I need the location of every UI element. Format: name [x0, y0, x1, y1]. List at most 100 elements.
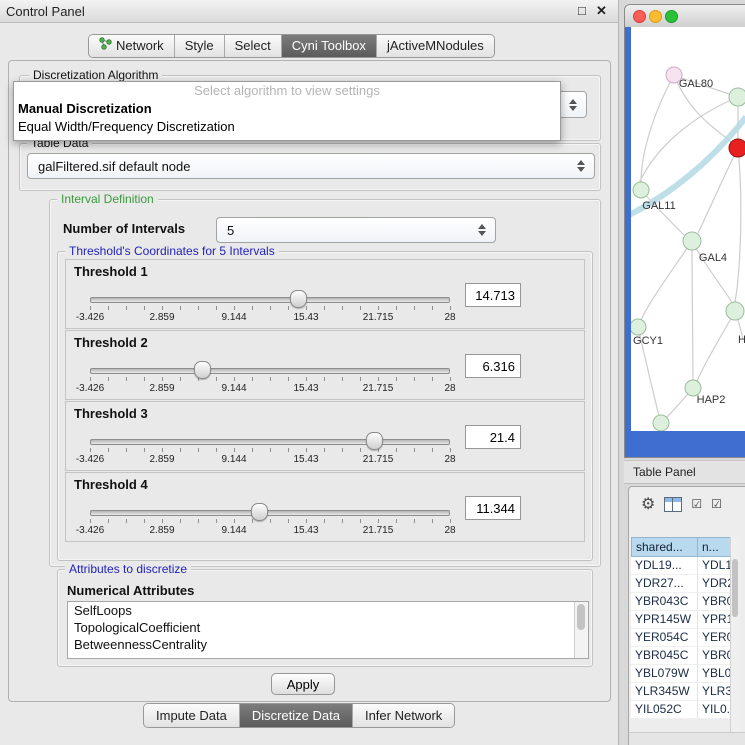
network-edge[interactable]	[692, 241, 733, 304]
slider-track[interactable]	[90, 297, 450, 303]
cell-shared-name[interactable]: YDL19...	[631, 557, 698, 574]
cell-shared-name[interactable]: YPR145W	[631, 611, 698, 628]
gear-icon[interactable]: ⚙	[641, 494, 655, 514]
threshold-4-slider[interactable]	[90, 501, 451, 525]
network-node[interactable]	[729, 88, 745, 106]
list-item[interactable]: BetweennessCentrality	[68, 636, 588, 653]
slider-thumb[interactable]	[290, 290, 307, 308]
cell-shared-name[interactable]: YER054C	[631, 629, 698, 646]
mac-close-icon[interactable]	[633, 10, 646, 23]
network-edge[interactable]	[735, 148, 741, 302]
tab-discretize-data[interactable]: Discretize Data	[239, 704, 352, 727]
tick-label: 15.43	[293, 525, 318, 536]
list-scrollbar[interactable]	[574, 602, 588, 658]
close-icon[interactable]: ✕	[596, 3, 607, 19]
threshold-2-panel: Threshold 2 -3.426 2.859 9.144 15.43 21.…	[65, 330, 585, 400]
slider-thumb[interactable]	[366, 432, 383, 450]
table-row[interactable]: YBL079W YBL0...	[631, 665, 739, 683]
number-of-intervals-combobox[interactable]: 5	[216, 217, 496, 243]
threshold-1-slider[interactable]	[90, 288, 451, 312]
network-node[interactable]	[631, 319, 646, 335]
tick-label: 21.715	[363, 312, 394, 323]
threshold-1-value-field[interactable]	[465, 283, 521, 307]
network-node[interactable]	[653, 415, 669, 431]
select-all-icon[interactable]: ☑	[691, 497, 702, 511]
threshold-2-label: Threshold 2	[74, 335, 148, 350]
tab-infer-network[interactable]: Infer Network	[352, 704, 454, 727]
algorithm-dropdown-popup: Select algorithm to view settings Manual…	[13, 81, 561, 141]
float-window-icon[interactable]: □	[578, 3, 586, 18]
table-row[interactable]: YDL19... YDL1...	[631, 557, 739, 575]
table-row[interactable]: YER054C YER0...	[631, 629, 739, 647]
tick-label: -3.426	[76, 383, 104, 394]
tab-label: Infer Network	[365, 708, 442, 723]
table-row[interactable]: YPR145W YPR1...	[631, 611, 739, 629]
tab-label: jActiveMNodules	[387, 35, 484, 57]
network-edge[interactable]	[697, 311, 735, 381]
network-edge[interactable]	[641, 75, 674, 182]
table-row[interactable]: YIL052C YIL0...	[631, 701, 739, 719]
threshold-2-value-field[interactable]	[465, 354, 521, 378]
table-rows: YDL19... YDL1... YDR27... YDR2... YBR043…	[631, 557, 739, 719]
network-canvas[interactable]: GAL80 GAL11 GAL4 GCY1 HAP2 H	[631, 27, 745, 431]
tab-label: Cyni Toolbox	[292, 35, 366, 57]
table-horizontal-scrollbar[interactable]	[629, 732, 745, 745]
mac-minimize-icon[interactable]	[649, 10, 662, 23]
cell-shared-name[interactable]: YDR27...	[631, 575, 698, 592]
threshold-2-slider[interactable]	[90, 359, 451, 383]
threshold-4-value-field[interactable]	[465, 496, 521, 520]
interval-definition-group-title: Interval Definition	[57, 192, 158, 206]
slider-thumb[interactable]	[251, 503, 268, 521]
slider-thumb[interactable]	[194, 361, 211, 379]
tab-network[interactable]: Network	[89, 35, 174, 57]
tab-label: Network	[116, 35, 164, 57]
network-frame: GAL80 GAL11 GAL4 GCY1 HAP2 H	[625, 27, 745, 457]
cell-shared-name[interactable]: YLR345W	[631, 683, 698, 700]
table-row[interactable]: YBR045C YBR0...	[631, 647, 739, 665]
algorithm-option-equal-width[interactable]: Equal Width/Frequency Discretization	[14, 118, 560, 136]
network-edge[interactable]	[641, 241, 692, 320]
list-item[interactable]: SelfLoops	[68, 602, 588, 619]
column-header-shared-name[interactable]: shared...	[631, 537, 698, 557]
thresholds-group-title: Threshold's Coordinates for 5 Intervals	[65, 244, 279, 258]
mac-zoom-icon[interactable]	[665, 10, 678, 23]
table-row[interactable]: YLR345W YLR3...	[631, 683, 739, 701]
cell-shared-name[interactable]: YBL079W	[631, 665, 698, 682]
network-node[interactable]	[683, 232, 701, 250]
tab-cyni-toolbox[interactable]: Cyni Toolbox	[281, 35, 376, 57]
algorithm-option-manual[interactable]: Manual Discretization	[14, 100, 560, 118]
threshold-3-value-field[interactable]	[465, 425, 521, 449]
select-rows-icon[interactable]: ☑	[711, 497, 722, 511]
tick-label: 9.144	[221, 525, 246, 536]
network-node[interactable]	[633, 182, 649, 198]
tab-impute-data[interactable]: Impute Data	[144, 704, 239, 727]
table-panel-bar[interactable]: Table Panel	[624, 460, 745, 484]
columns-icon[interactable]	[664, 497, 682, 512]
table-data-combobox[interactable]: galFiltered.sif default node	[27, 153, 595, 179]
table-panel-title: Table Panel	[624, 465, 696, 479]
scrollbar-thumb[interactable]	[732, 559, 738, 617]
table-row[interactable]: YBR043C YBR0...	[631, 593, 739, 611]
tick-label: 28	[444, 312, 455, 323]
cell-shared-name[interactable]: YBR043C	[631, 593, 698, 610]
node-label: GAL11	[642, 200, 675, 212]
apply-button[interactable]: Apply	[271, 673, 335, 695]
slider-track[interactable]	[90, 368, 450, 374]
tab-jactivemnodules[interactable]: jActiveMNodules	[376, 35, 494, 57]
network-edge[interactable]	[692, 241, 693, 380]
slider-track[interactable]	[90, 510, 450, 516]
slider-track[interactable]	[90, 439, 450, 445]
scrollbar-thumb[interactable]	[577, 604, 585, 630]
cell-shared-name[interactable]: YBR045C	[631, 647, 698, 664]
tick-label: 9.144	[221, 383, 246, 394]
tab-select[interactable]: Select	[224, 35, 281, 57]
threshold-3-slider[interactable]	[90, 430, 451, 454]
list-item[interactable]: TopologicalCoefficient	[68, 619, 588, 636]
cell-shared-name[interactable]: YIL052C	[631, 701, 698, 718]
attributes-group-title: Attributes to discretize	[65, 562, 191, 576]
network-node-selected[interactable]	[729, 139, 745, 157]
table-row[interactable]: YDR27... YDR2...	[631, 575, 739, 593]
network-node[interactable]	[726, 302, 744, 320]
tab-style[interactable]: Style	[174, 35, 224, 57]
table-vertical-scrollbar[interactable]	[730, 537, 740, 745]
